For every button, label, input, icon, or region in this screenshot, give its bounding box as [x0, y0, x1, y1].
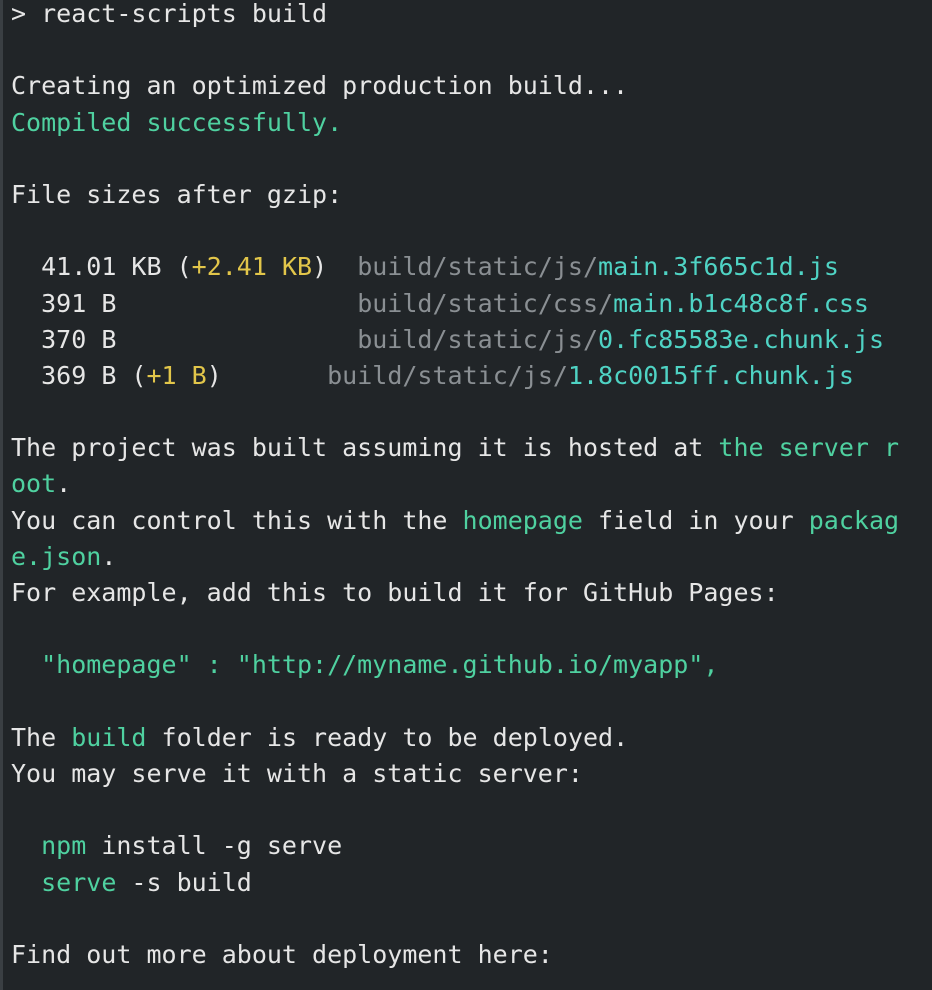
file-name: main.3f665c1d.js: [598, 252, 839, 282]
file-dir: build/static/js/: [357, 324, 599, 354]
file-dir: build/static/js/: [327, 360, 568, 390]
file-row: 369 B (+1 B) build/static/js/1.8c0015ff.…: [41, 360, 854, 390]
project-line-wrap: oot.: [11, 469, 72, 499]
file-dir: build/static/css/: [357, 288, 614, 318]
control-line: You can control this with the homepage f…: [11, 505, 900, 535]
file-size-delta: +2.41 KB: [191, 252, 313, 282]
findout-line: Find out more about deployment here:: [11, 939, 553, 969]
npm-install-line: npm install -g serve: [41, 831, 343, 861]
serve-hint-line: You may serve it with a static server:: [11, 758, 583, 788]
serve-command: serve: [41, 867, 117, 897]
file-name: 1.8c0015ff.chunk.js: [567, 360, 854, 390]
homepage-config-line: "homepage" : "http://myname.github.io/my…: [11, 650, 719, 680]
build-highlight: build: [71, 722, 147, 752]
terminal-window[interactable]: > react-scripts build Creating an optimi…: [0, 0, 932, 990]
package-json-highlight: packag: [808, 505, 900, 535]
creating-text: Creating an optimized production build..…: [11, 71, 629, 101]
filesizes-heading: File sizes after gzip:: [11, 179, 343, 209]
compiled-text: Compiled successfully.: [11, 107, 343, 137]
build-ready-line: The build folder is ready to be deployed…: [11, 722, 629, 752]
file-row: 41.01 KB (+2.41 KB) build/static/js/main…: [41, 252, 839, 282]
server-root-highlight: the server r: [718, 433, 900, 463]
file-size: 41.01 KB: [41, 252, 162, 282]
serve-line: serve -s build: [41, 867, 252, 897]
npm-command: npm: [41, 831, 87, 861]
creating-line: Creating an optimized production build..…: [11, 68, 932, 104]
homepage-highlight: homepage: [462, 505, 583, 535]
example-line: For example, add this to build it for Gi…: [11, 578, 779, 607]
file-size: 369 B: [41, 360, 117, 390]
compiled-line: Compiled successfully.: [11, 105, 932, 141]
file-name: 0.fc85583e.chunk.js: [598, 324, 885, 354]
command-text: > react-scripts build: [11, 0, 328, 28]
command-line: > react-scripts build: [11, 0, 932, 32]
file-row: 370 B build/static/js/0.fc85583e.chunk.j…: [11, 322, 932, 358]
project-line: The project was built assuming it is hos…: [11, 433, 900, 463]
file-size: 370 B: [41, 324, 117, 354]
file-dir: build/static/js/: [357, 252, 599, 282]
file-name: main.b1c48c8f.css: [613, 288, 869, 318]
file-size: 391 B: [41, 288, 117, 318]
file-size-delta: +1 B: [146, 360, 207, 390]
control-line-wrap: e.json.: [11, 541, 117, 571]
file-row: 391 B build/static/css/main.b1c48c8f.css: [11, 286, 932, 322]
